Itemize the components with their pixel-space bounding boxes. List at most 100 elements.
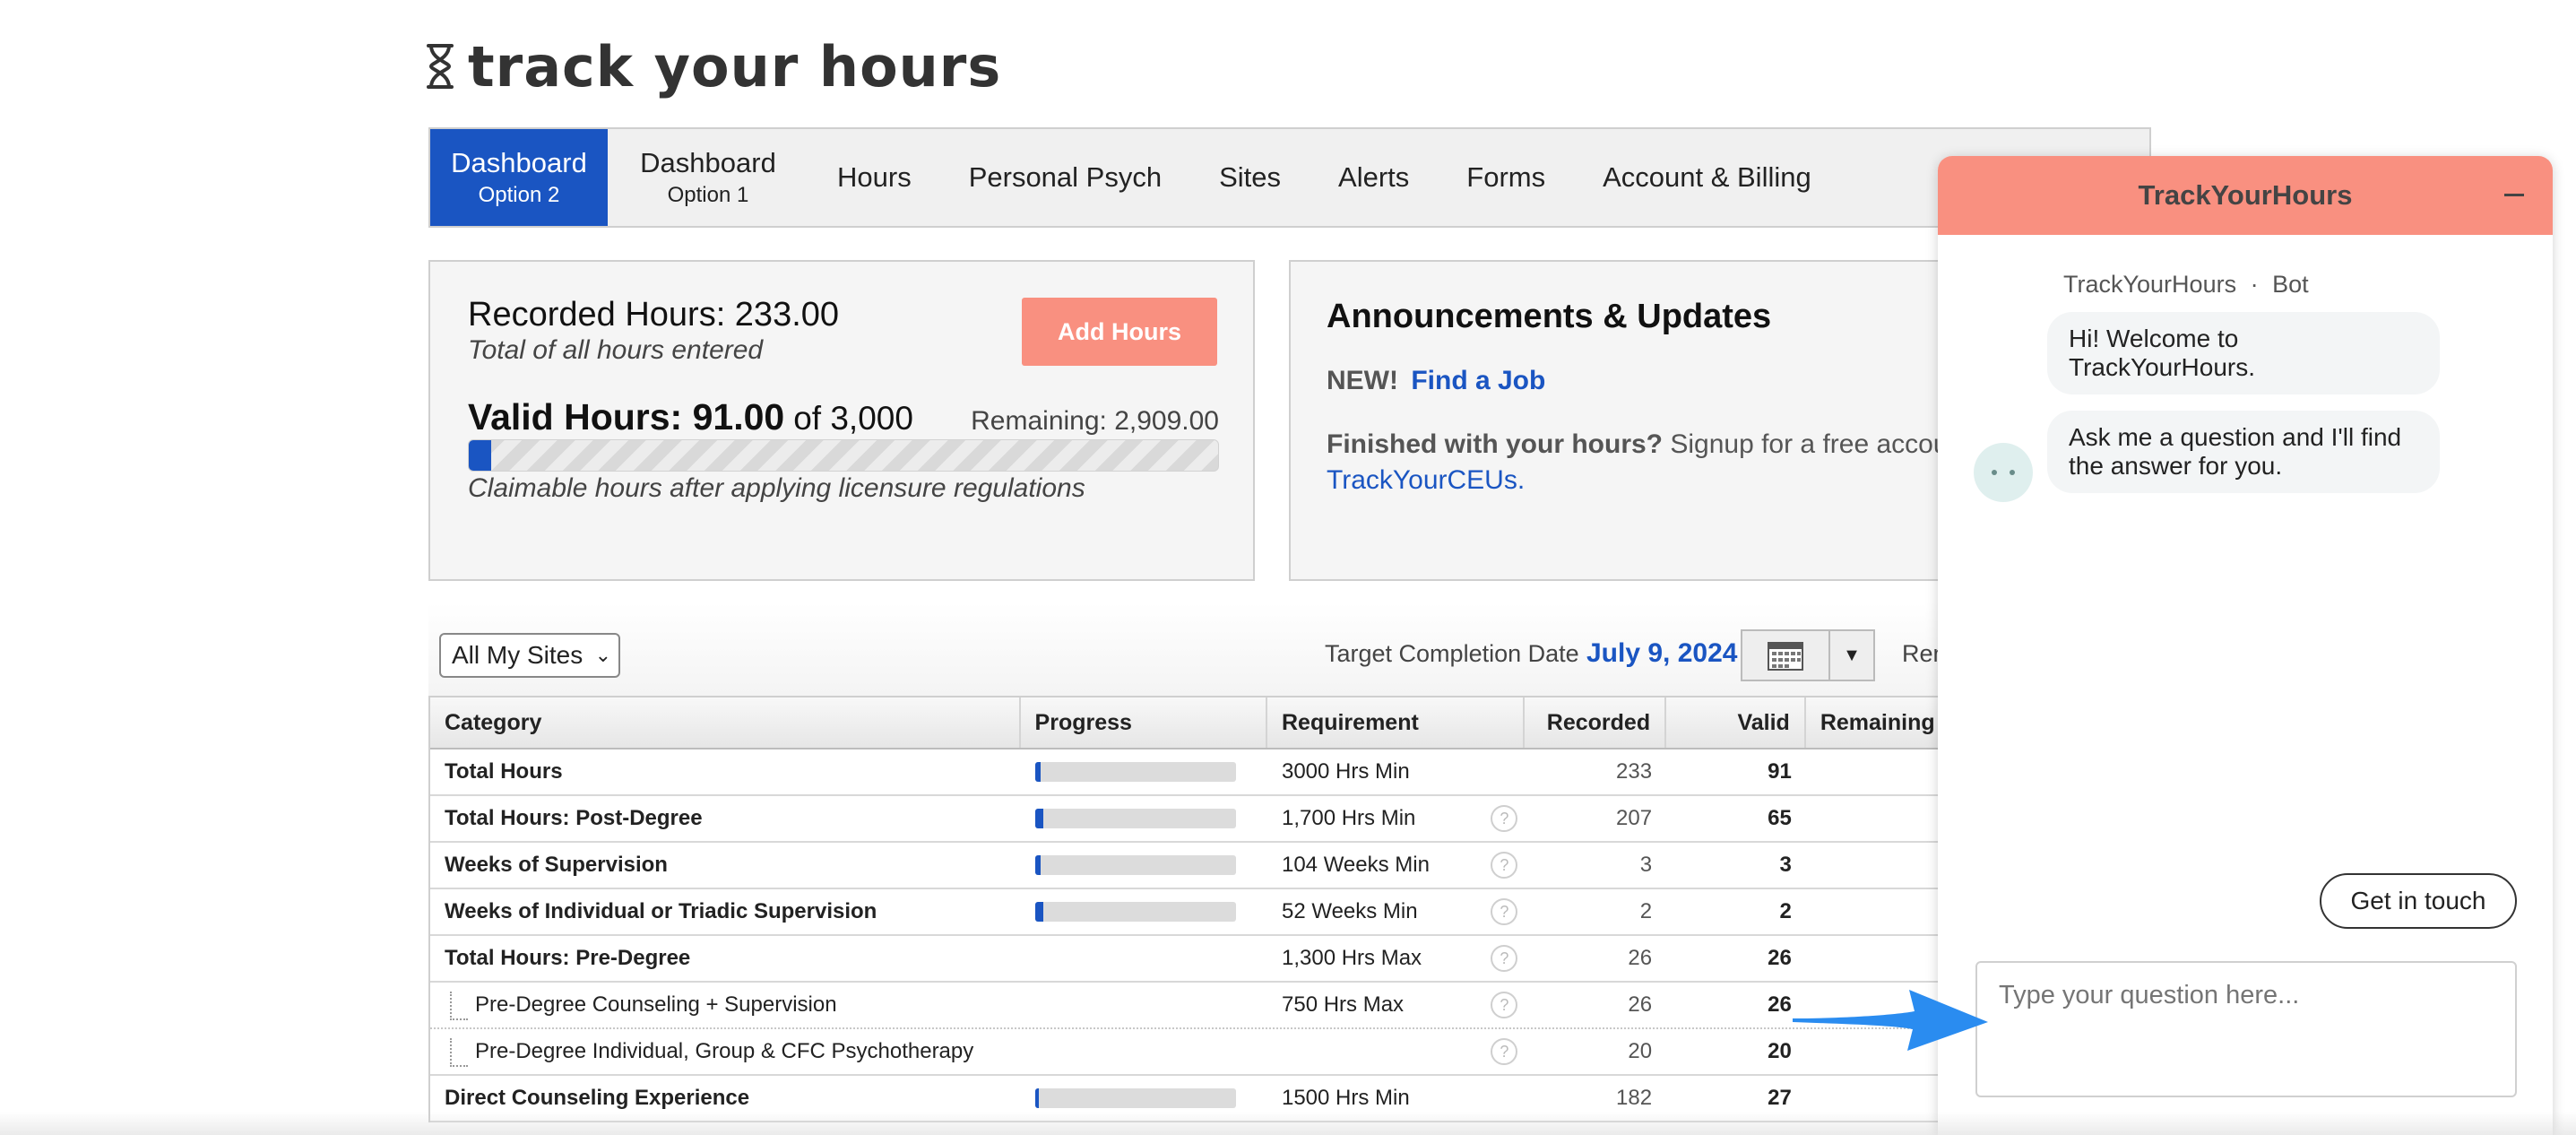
row-valid: 27 — [1768, 1086, 1792, 1110]
row-recorded: 26 — [1628, 946, 1653, 970]
row-requirement: 750 Hrs Max? — [1267, 983, 1525, 1027]
row-requirement: ? — [1267, 1029, 1525, 1074]
nav-alerts[interactable]: Alerts — [1310, 129, 1438, 226]
row-valid: 91 — [1768, 759, 1792, 784]
finished-text: Signup for a free accou — [1663, 429, 1949, 459]
row-recorded: 3 — [1639, 853, 1653, 877]
hours-summary-panel: Recorded Hours: 233.00 Total of all hour… — [428, 260, 1255, 581]
finished-bold: Finished with your hours? — [1327, 429, 1663, 459]
add-hours-button[interactable]: Add Hours — [1022, 298, 1217, 366]
table-row[interactable]: Total Hours: Pre-Degree 1,300 Hrs Max? 2… — [430, 936, 2149, 983]
nav-label: Dashboard — [640, 147, 776, 178]
row-progress-bar — [1034, 1088, 1236, 1108]
row-valid: 65 — [1768, 806, 1792, 830]
target-completion-date[interactable]: July 9, 2024 — [1586, 638, 1737, 669]
nav-personal-psych[interactable]: Personal Psych — [940, 129, 1190, 226]
row-progress — [1021, 843, 1267, 888]
find-a-job-link[interactable]: Find a Job — [1411, 366, 1545, 395]
row-requirement: 52 Weeks Min? — [1267, 889, 1525, 934]
chat-widget: TrackYourHours TrackYourHours · Bot Hi! … — [1938, 156, 2553, 1135]
row-valid: 2 — [1779, 899, 1792, 923]
table-row[interactable]: Weeks of Supervision 104 Weeks Min? 3 3 … — [430, 843, 2149, 889]
chat-header: TrackYourHours — [1938, 156, 2553, 235]
nav-forms[interactable]: Forms — [1438, 129, 1574, 226]
requirement-text: 1,700 Hrs Min — [1281, 806, 1416, 830]
hourglass-icon — [427, 44, 454, 89]
claimable-note: Claimable hours after applying licensure… — [468, 473, 1085, 503]
help-icon[interactable]: ? — [1491, 805, 1518, 832]
main-nav: Dashboard Option 2 Dashboard Option 1 Ho… — [428, 127, 2151, 228]
chevron-down-icon: ⌄ — [594, 644, 611, 666]
valid-hours-total: of 3,000 — [793, 400, 913, 437]
announcement-new: NEW! Find a Job — [1327, 366, 1545, 396]
requirement-text: 750 Hrs Max — [1282, 992, 1405, 1017]
table-row[interactable]: Weeks of Individual or Triadic Supervisi… — [430, 889, 2149, 936]
row-recorded: 20 — [1628, 1039, 1653, 1063]
row-progress — [1021, 889, 1267, 934]
row-requirement: 1,700 Hrs Min? — [1267, 796, 1525, 841]
announcements-title: Announcements & Updates — [1327, 298, 1772, 335]
help-icon[interactable]: ? — [1491, 852, 1518, 879]
requirements-table: Category Progress Requirement Recorded V… — [428, 696, 2151, 1122]
table-row[interactable]: Total Hours: Post-Degree 1,700 Hrs Min? … — [430, 796, 2149, 843]
nav-sites[interactable]: Sites — [1190, 129, 1310, 226]
row-recorded: 233 — [1616, 759, 1653, 784]
target-completion-label: Target Completion Date — [1325, 640, 1579, 667]
valid-hours: Valid Hours: 91.00 — [468, 396, 785, 438]
chat-question-input[interactable] — [1975, 961, 2517, 1097]
nav-hours[interactable]: Hours — [808, 129, 940, 226]
row-progress — [1021, 796, 1267, 841]
caret-down-icon[interactable]: ▼ — [1830, 631, 1873, 680]
logo[interactable]: track your hours — [425, 33, 1002, 100]
row-category: Direct Counseling Experience — [445, 1086, 750, 1110]
site-select[interactable]: All My Sites ⌄ — [439, 633, 620, 678]
site-select-value: All My Sites — [452, 641, 583, 669]
row-recorded: 207 — [1616, 806, 1653, 830]
chat-message: Ask me a question and I'll find the answ… — [2047, 411, 2440, 493]
row-category: Pre-Degree Individual, Group & CFC Psych… — [430, 1029, 1021, 1074]
help-icon[interactable]: ? — [1491, 1038, 1518, 1065]
progress-fill — [1034, 902, 1043, 922]
recorded-hours: Recorded Hours: 233.00 — [468, 296, 840, 334]
progress-fill — [469, 440, 492, 471]
help-icon[interactable]: ? — [1491, 992, 1518, 1018]
table-header: Category Progress Requirement Recorded V… — [430, 697, 2150, 749]
row-valid: 20 — [1768, 1039, 1792, 1063]
header-progress[interactable]: Progress — [1021, 697, 1267, 748]
table-row[interactable]: Direct Counseling Experience 1500 Hrs Mi… — [430, 1076, 2149, 1122]
nav-account-billing[interactable]: Account & Billing — [1574, 129, 1840, 226]
date-picker-button[interactable]: ▼ — [1741, 629, 1875, 681]
nav-label: Dashboard — [451, 147, 587, 178]
valid-hours-row: Valid Hours: 91.00 of 3,000 Remaining: 2… — [468, 396, 1219, 438]
pointer-arrow-icon — [1793, 990, 1988, 1051]
row-progress — [1021, 749, 1267, 794]
minimize-icon[interactable] — [2503, 183, 2526, 206]
nav-dashboard-option-2[interactable]: Dashboard Option 2 — [430, 129, 608, 226]
bot-separator: · — [2250, 271, 2259, 298]
header-valid[interactable]: Valid — [1666, 697, 1806, 748]
row-recorded: 26 — [1628, 992, 1653, 1017]
header-category[interactable]: Category — [430, 697, 1021, 748]
calendar-icon[interactable] — [1742, 631, 1830, 680]
progress-fill — [1034, 762, 1042, 782]
help-icon[interactable]: ? — [1491, 898, 1518, 925]
row-category: Pre-Degree Counseling + Supervision — [430, 983, 1021, 1027]
new-label: NEW! — [1327, 366, 1398, 395]
header-recorded[interactable]: Recorded — [1525, 697, 1667, 748]
help-icon[interactable]: ? — [1491, 945, 1518, 972]
logo-text: track your hours — [468, 33, 1002, 100]
progress-fill — [1034, 855, 1042, 875]
bot-name: TrackYourHours — [2063, 271, 2237, 298]
requirement-text: 1,300 Hrs Max — [1281, 946, 1422, 970]
row-category: Total Hours: Pre-Degree — [445, 946, 691, 970]
get-in-touch-button[interactable]: Get in touch — [2320, 873, 2517, 929]
row-requirement: 1,300 Hrs Max? — [1267, 936, 1525, 981]
row-category: Weeks of Supervision — [445, 853, 668, 877]
row-progress-bar — [1034, 855, 1236, 875]
bot-role: Bot — [2272, 271, 2309, 298]
progress-fill — [1034, 809, 1043, 828]
header-requirement[interactable]: Requirement — [1267, 697, 1526, 748]
table-row[interactable]: Total Hours 3000 Hrs Min 233 91 2909 — [430, 749, 2149, 796]
nav-dashboard-option-1[interactable]: Dashboard Option 1 — [608, 129, 808, 226]
row-progress-bar — [1034, 902, 1236, 922]
